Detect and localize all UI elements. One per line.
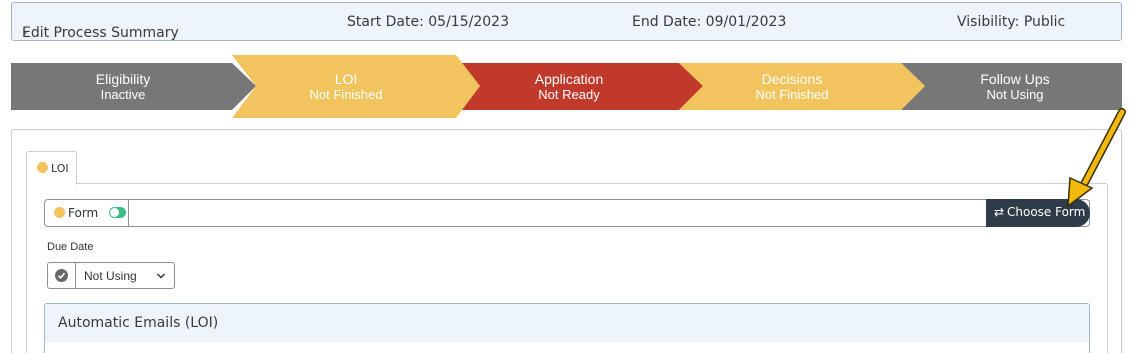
form-label: Form (68, 206, 99, 220)
stage-follow-ups[interactable]: Follow Ups Not Using (915, 71, 1115, 103)
select-divider (75, 263, 76, 288)
process-summary-bar: › Edit Process Summary Start Date: 05/15/… (11, 2, 1122, 41)
stage-eligibility-name: Eligibility (95, 71, 151, 87)
stage-loi-status: Not Finished (309, 87, 383, 102)
visibility: Visibility: Public (957, 14, 1066, 30)
due-date-select[interactable]: Not Using (47, 262, 175, 289)
edit-process-summary-label: Edit Process Summary (22, 25, 179, 41)
toggle-knob (110, 208, 119, 217)
automatic-emails-header: Automatic Emails (LOI) (45, 304, 1089, 342)
stage-eligibility[interactable]: Eligibility Inactive (23, 71, 223, 103)
end-date: End Date: 09/01/2023 (632, 14, 787, 30)
stage-follow-ups-status: Not Using (986, 87, 1044, 102)
stage-loi-name: LOI (334, 71, 358, 87)
tab-loi[interactable]: LOI (26, 151, 77, 185)
swap-arrows-icon: ⇄ (994, 205, 1005, 219)
automatic-emails-title: Automatic Emails (LOI) (58, 315, 219, 331)
stage-decisions-name: Decisions (761, 71, 823, 87)
stage-eligibility-status: Inactive (100, 87, 146, 102)
stage-decisions-status: Not Finished (755, 87, 829, 102)
due-date-selected: Not Using (84, 269, 137, 283)
stage-application-name: Application (534, 71, 604, 87)
form-selector-row: Form ⇄ Choose Form (44, 199, 1090, 227)
form-enabled-toggle[interactable] (109, 207, 126, 218)
automatic-emails-section: Automatic Emails (LOI) (44, 303, 1090, 353)
annotation-arrow-icon (1067, 108, 1126, 208)
status-dot-icon (54, 207, 65, 218)
chevron-down-icon (156, 270, 166, 284)
check-circle-icon (55, 269, 68, 282)
stage-pipeline: Eligibility Inactive LOI Not Finished Ap… (11, 55, 1122, 118)
stage-follow-ups-name: Follow Ups (980, 71, 1050, 87)
due-date-label: Due Date (47, 241, 94, 253)
stage-application-status: Not Ready (538, 87, 600, 102)
status-dot-icon (37, 162, 48, 173)
tab-loi-label: LOI (51, 162, 69, 175)
start-date: Start Date: 05/15/2023 (347, 14, 509, 30)
form-label-group: Form (45, 200, 129, 226)
stage-loi[interactable]: LOI Not Finished (246, 71, 446, 103)
stage-decisions[interactable]: Decisions Not Finished (692, 71, 892, 103)
stage-application[interactable]: Application Not Ready (469, 71, 669, 103)
